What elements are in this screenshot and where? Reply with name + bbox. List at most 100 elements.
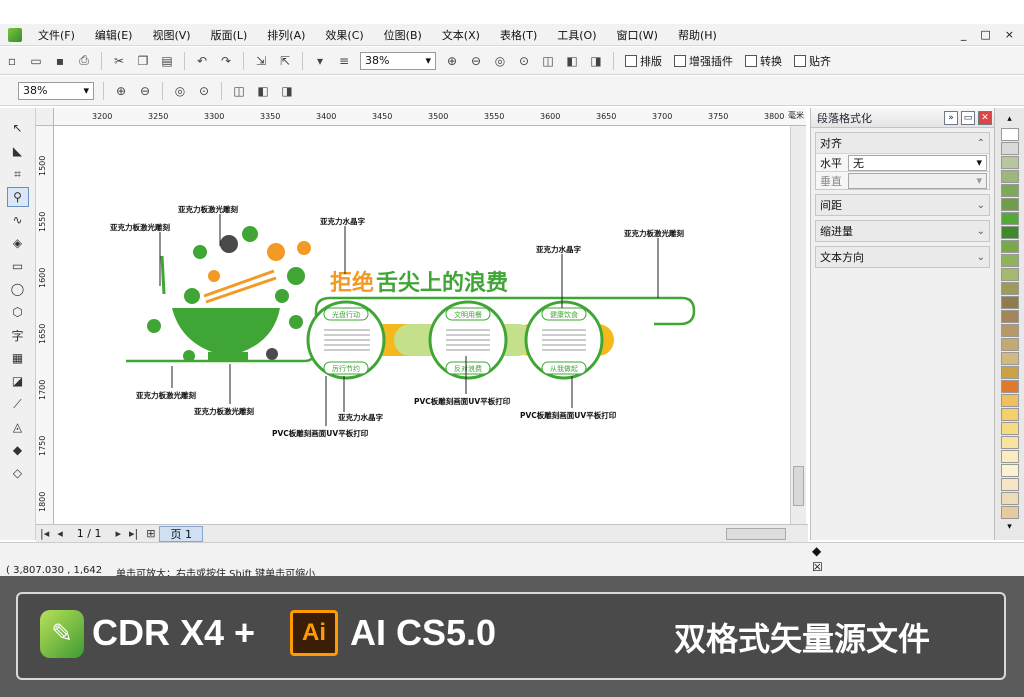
pick-tool-icon[interactable]: ↖ <box>7 118 29 138</box>
property-zoom-select[interactable]: 38% ▾ <box>18 81 94 100</box>
color-swatch[interactable] <box>1000 506 1019 519</box>
indent-header[interactable]: 缩进量 ⌄ <box>816 221 989 241</box>
application-launcher-icon[interactable]: ▾ <box>309 50 331 72</box>
zoom-selected-icon[interactable]: ◎ <box>489 50 511 72</box>
crop-tool-icon[interactable]: ⌗ <box>7 164 29 184</box>
color-swatch[interactable] <box>1000 478 1019 491</box>
minimize-docker-icon[interactable]: ▭ <box>961 110 975 125</box>
menu-window[interactable]: 窗口(W) <box>607 27 668 43</box>
zoom-in-icon[interactable]: ⊕ <box>441 50 463 72</box>
interactive-tool-icon[interactable]: ◪ <box>7 371 29 391</box>
first-page-icon[interactable]: |◂ <box>36 527 53 540</box>
menu-view[interactable]: 视图(V) <box>142 27 200 43</box>
table-tool-icon[interactable]: ▦ <box>7 348 29 368</box>
minimize-button[interactable]: _ <box>961 28 967 41</box>
expand-icon[interactable]: » <box>944 110 958 125</box>
redo-icon[interactable]: ↷ <box>215 50 237 72</box>
color-swatch[interactable] <box>1000 296 1019 309</box>
color-swatch[interactable] <box>1000 240 1019 253</box>
import-icon[interactable]: ⇲ <box>250 50 272 72</box>
convert-button[interactable]: 转换 <box>739 53 788 69</box>
copy-icon[interactable]: ❐ <box>132 50 154 72</box>
menu-layout[interactable]: 版面(L) <box>201 27 258 43</box>
zoom-width-icon[interactable]: ◧ <box>561 50 583 72</box>
color-swatch[interactable] <box>1000 408 1019 421</box>
plugin-button[interactable]: 增强插件 <box>668 53 739 69</box>
color-swatch[interactable] <box>1000 380 1019 393</box>
page-tab[interactable]: 页 1 <box>159 525 203 542</box>
menu-bitmaps[interactable]: 位图(B) <box>374 27 432 43</box>
last-page-icon[interactable]: ▸| <box>125 527 142 540</box>
zoom-height-icon[interactable]: ◨ <box>276 80 298 102</box>
paste-icon[interactable]: ▤ <box>156 50 178 72</box>
polygon-tool-icon[interactable]: ⬡ <box>7 302 29 322</box>
rectangle-tool-icon[interactable]: ▭ <box>7 256 29 276</box>
layout-button[interactable]: 排版 <box>619 53 668 69</box>
color-swatch[interactable] <box>1000 422 1019 435</box>
color-swatch[interactable] <box>1000 212 1019 225</box>
zoom-height-icon[interactable]: ◨ <box>585 50 607 72</box>
color-swatch[interactable] <box>1000 198 1019 211</box>
color-swatch[interactable] <box>1000 254 1019 267</box>
zoom-page-icon[interactable]: ◫ <box>228 80 250 102</box>
close-button[interactable]: × <box>1005 28 1014 41</box>
zoom-page-icon[interactable]: ◫ <box>537 50 559 72</box>
menu-text[interactable]: 文本(X) <box>432 27 490 43</box>
shape-tool-icon[interactable]: ◣ <box>7 141 29 161</box>
menu-tools[interactable]: 工具(O) <box>547 27 606 43</box>
zoom-out-icon[interactable]: ⊖ <box>134 80 156 102</box>
zoom-tool-icon[interactable]: ⚲ <box>6 187 29 207</box>
color-swatch[interactable] <box>1000 226 1019 239</box>
vertical-align-select[interactable]: ▾ <box>848 172 987 189</box>
freehand-tool-icon[interactable]: ∿ <box>7 210 29 230</box>
color-swatch[interactable] <box>1000 170 1019 183</box>
welcome-screen-icon[interactable]: ≡ <box>333 50 355 72</box>
snap-button[interactable]: 贴齐 <box>788 53 837 69</box>
spacing-header[interactable]: 间距 ⌄ <box>816 195 989 215</box>
align-header[interactable]: 对齐 ⌃ <box>816 133 989 153</box>
color-swatch[interactable] <box>1000 492 1019 505</box>
vertical-ruler[interactable]: 1500 1550 1600 1650 1700 1750 1800 <box>36 126 54 524</box>
text-tool-icon[interactable]: 字 <box>7 325 29 345</box>
menu-table[interactable]: 表格(T) <box>490 27 547 43</box>
new-icon[interactable]: ▫ <box>1 50 23 72</box>
menu-arrange[interactable]: 排列(A) <box>257 27 315 43</box>
color-swatch[interactable] <box>1000 310 1019 323</box>
color-swatch[interactable] <box>1000 268 1019 281</box>
scroll-thumb[interactable] <box>793 466 804 506</box>
zoom-all-icon[interactable]: ⊙ <box>193 80 215 102</box>
add-page-icon[interactable]: ⊞ <box>142 527 159 540</box>
palette-scroll-up-icon[interactable]: ▴ <box>1007 114 1012 124</box>
undo-icon[interactable]: ↶ <box>191 50 213 72</box>
zoom-selected-icon[interactable]: ◎ <box>169 80 191 102</box>
drawing-canvas[interactable]: 拒绝 舌尖上的浪费 光盘行动 厉行节约 文明用餐 反对浪费 健康饮食 从我做起 <box>54 126 790 524</box>
color-swatch[interactable] <box>1000 184 1019 197</box>
restore-button[interactable]: □ <box>980 28 990 41</box>
menu-effects[interactable]: 效果(C) <box>315 27 373 43</box>
color-swatch[interactable] <box>1000 394 1019 407</box>
save-icon[interactable]: ▪ <box>49 50 71 72</box>
color-swatch[interactable] <box>1000 338 1019 351</box>
cut-icon[interactable]: ✂ <box>108 50 130 72</box>
zoom-level-select[interactable]: 38% ▾ <box>360 51 436 70</box>
text-direction-header[interactable]: 文本方向 ⌄ <box>816 247 989 267</box>
fill-tool-icon[interactable]: ◆ <box>7 440 29 460</box>
interactive-fill-icon[interactable]: ◇ <box>7 463 29 483</box>
color-swatch[interactable] <box>1000 142 1019 155</box>
color-swatch[interactable] <box>1000 282 1019 295</box>
palette-scroll-down-icon[interactable]: ▾ <box>1007 522 1012 532</box>
color-swatch[interactable] <box>1000 352 1019 365</box>
ruler-origin[interactable] <box>36 108 54 126</box>
print-icon[interactable]: ⎙ <box>73 50 95 72</box>
prev-page-icon[interactable]: ◂ <box>53 527 67 540</box>
close-docker-icon[interactable]: ✕ <box>978 110 992 125</box>
color-swatch[interactable] <box>1000 156 1019 169</box>
zoom-width-icon[interactable]: ◧ <box>252 80 274 102</box>
ellipse-tool-icon[interactable]: ◯ <box>7 279 29 299</box>
color-swatch[interactable] <box>1000 436 1019 449</box>
menu-edit[interactable]: 编辑(E) <box>85 27 143 43</box>
color-swatch[interactable] <box>1000 464 1019 477</box>
color-swatch[interactable] <box>1000 128 1019 141</box>
color-swatch[interactable] <box>1000 324 1019 337</box>
horizontal-align-select[interactable]: 无 ▾ <box>848 154 987 171</box>
